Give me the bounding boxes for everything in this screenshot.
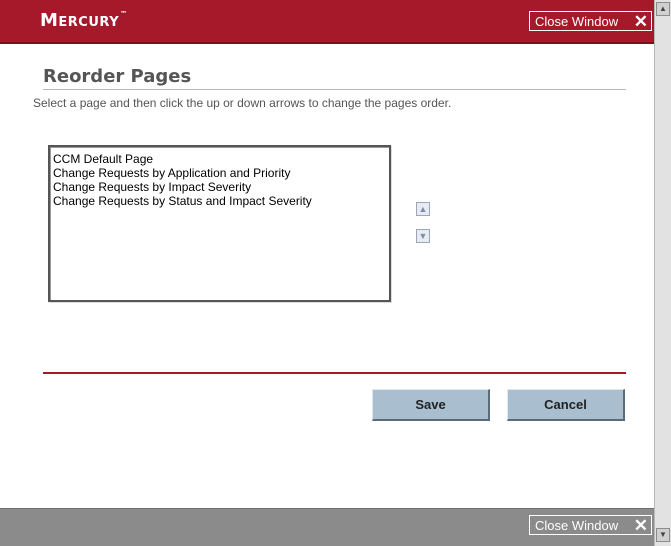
trademark-mark: ™ <box>120 10 128 18</box>
brand-name: Mercury <box>40 10 120 31</box>
page-title: Reorder Pages <box>43 66 192 87</box>
close-icon: ✕ <box>633 516 648 535</box>
close-window-label: Close Window <box>535 518 619 533</box>
close-icon: ✕ <box>633 12 648 31</box>
move-down-icon[interactable]: ▼ <box>416 229 430 243</box>
list-item[interactable]: Change Requests by Impact Severity <box>53 180 389 194</box>
save-button[interactable]: Save <box>372 389 490 421</box>
instructions-text: Select a page and then click the up or d… <box>33 96 452 110</box>
list-item[interactable]: Change Requests by Application and Prior… <box>53 166 389 180</box>
mercury-logo: Mercury™ <box>40 10 128 31</box>
list-item[interactable]: CCM Default Page <box>53 152 389 166</box>
list-item[interactable]: Change Requests by Status and Impact Sev… <box>53 194 389 208</box>
scroll-up-icon[interactable]: ▲ <box>656 2 670 16</box>
scroll-down-icon[interactable]: ▼ <box>656 528 670 542</box>
close-window-button-bottom[interactable]: Close Window ✕ <box>529 515 652 535</box>
close-window-button-top[interactable]: Close Window ✕ <box>529 11 652 31</box>
move-up-icon[interactable]: ▲ <box>416 202 430 216</box>
cancel-button[interactable]: Cancel <box>507 389 625 421</box>
title-divider <box>43 89 626 90</box>
footer-bar: Close Window ✕ <box>0 508 654 546</box>
close-window-label: Close Window <box>535 14 619 29</box>
reorder-pages-window: Mercury™ Close Window ✕ ▲ ▼ Reorder Page… <box>0 0 671 546</box>
section-divider <box>43 372 626 374</box>
vertical-scrollbar[interactable]: ▲ ▼ <box>654 0 671 546</box>
header-bar: Mercury™ Close Window ✕ <box>0 0 654 44</box>
pages-listbox[interactable]: CCM Default Page Change Requests by Appl… <box>48 145 391 302</box>
